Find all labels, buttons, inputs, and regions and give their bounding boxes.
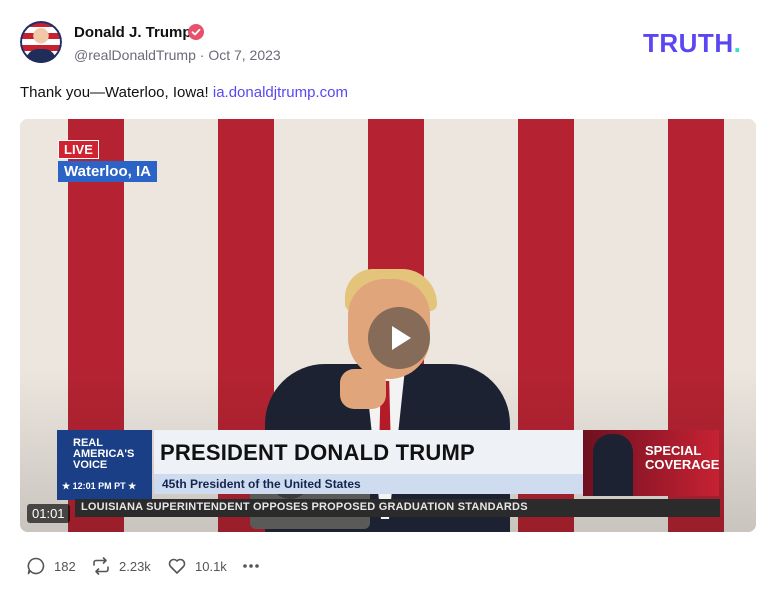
play-icon	[392, 326, 411, 350]
ticker-text: LOUISIANA SUPERINTENDENT OPPOSES PROPOSE…	[81, 501, 528, 513]
lower-third: REAL AMERICA'S VOICE ★ 12:01 PM PT ★ PRE…	[57, 430, 587, 500]
retruth-button[interactable]: 2.23k	[91, 556, 151, 576]
network-time: ★ 12:01 PM PT ★	[62, 481, 137, 491]
post-body: Thank you—Waterloo, Iowa!	[20, 84, 209, 101]
video-duration: 01:01	[27, 504, 70, 523]
author-handle-and-date: @realDonaldTrump · Oct 7, 2023	[74, 47, 281, 63]
post-date[interactable]: Oct 7, 2023	[208, 47, 280, 63]
location-label: Waterloo, IA	[58, 161, 157, 182]
play-button[interactable]	[368, 307, 430, 369]
network-logo: REAL AMERICA'S VOICE ★ 12:01 PM PT ★	[57, 430, 152, 500]
like-button[interactable]: 10.1k	[167, 556, 227, 576]
reply-count: 182	[54, 558, 76, 574]
retruth-count: 2.23k	[119, 558, 151, 574]
like-count: 10.1k	[195, 558, 227, 574]
author-name[interactable]: Donald J. Trump	[74, 24, 192, 41]
video-player[interactable]: LIVE Waterloo, IA REAL AMERICA'S VOICE ★…	[20, 119, 756, 532]
network-line-3: VOICE	[73, 459, 108, 471]
special-line-1: SPECIAL	[645, 443, 702, 458]
heart-icon	[168, 558, 186, 574]
reply-button[interactable]: 182	[26, 556, 76, 576]
truth-logo[interactable]: TRUTH.	[643, 28, 741, 59]
logo-text: TRUTH	[643, 28, 734, 58]
special-line-2: COVERAGE	[645, 457, 720, 472]
verified-badge-icon	[188, 24, 204, 40]
post-text: Thank you—Waterloo, Iowa! ia.donaldjtrum…	[20, 84, 348, 101]
avatar[interactable]	[20, 21, 62, 63]
author-handle[interactable]: @realDonaldTrump	[74, 47, 196, 63]
video-subheadline: 45th President of the United States	[162, 477, 361, 491]
special-coverage-badge: SPECIAL COVERAGE	[583, 430, 719, 496]
news-ticker: LOUISIANA SUPERINTENDENT OPPOSES PROPOSE…	[75, 499, 720, 517]
reply-icon	[27, 557, 45, 575]
video-headline: PRESIDENT DONALD TRUMP	[160, 440, 475, 465]
post-link[interactable]: ia.donaldjtrump.com	[213, 84, 348, 101]
more-button[interactable]	[241, 556, 261, 576]
more-icon	[243, 564, 259, 568]
live-badge: LIVE	[58, 140, 99, 159]
logo-dot: .	[733, 28, 742, 58]
retruth-icon	[93, 557, 109, 575]
